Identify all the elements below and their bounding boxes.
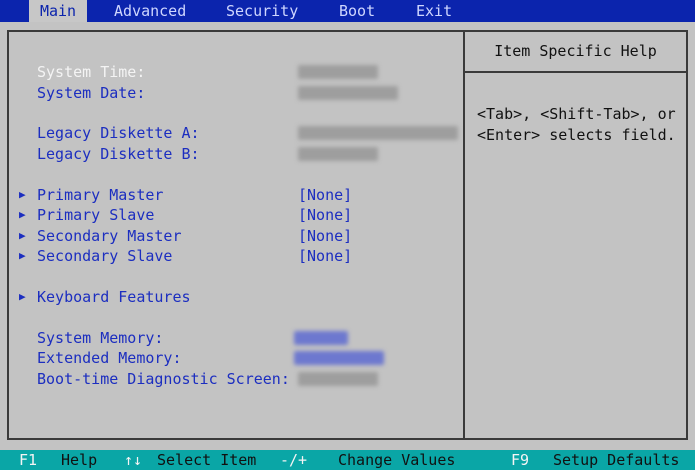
secondary-slave-item[interactable]: Secondary Slave — [37, 247, 172, 265]
legacy-diskette-a-label: Legacy Diskette A: — [37, 124, 200, 142]
change-values-key: -/+ — [280, 451, 308, 469]
extended-memory-label: Extended Memory: — [37, 349, 182, 367]
system-time-value[interactable] — [298, 65, 378, 79]
secondary-slave-arrow-icon: ▶ — [19, 249, 26, 262]
f9-key: F9 — [511, 451, 530, 469]
setup-defaults-label: Setup Defaults — [553, 451, 680, 469]
tab-exit[interactable]: Exit — [416, 0, 452, 22]
primary-slave-value: [None] — [298, 206, 353, 224]
change-values-label: Change Values — [338, 451, 456, 469]
system-date-value[interactable] — [298, 86, 398, 100]
keyboard-features-arrow-icon: ▶ — [19, 290, 26, 303]
secondary-master-item[interactable]: Secondary Master — [37, 227, 182, 245]
f1-key: F1 — [19, 451, 38, 469]
legacy-diskette-b-value[interactable] — [298, 147, 378, 161]
menu-bar: Main Advanced Security Boot Exit — [0, 0, 695, 22]
primary-master-value: [None] — [298, 186, 353, 204]
key-help-bar: F1 Help ↑↓ Select Item -/+ Change Values… — [0, 450, 695, 470]
secondary-slave-value: [None] — [298, 247, 353, 265]
tab-main[interactable]: Main — [29, 0, 87, 22]
tab-boot[interactable]: Boot — [339, 0, 375, 22]
primary-master-item[interactable]: Primary Master — [37, 186, 163, 204]
keyboard-features-item[interactable]: Keyboard Features — [37, 288, 191, 306]
primary-slave-item[interactable]: Primary Slave — [37, 206, 154, 224]
tab-security[interactable]: Security — [226, 0, 298, 22]
extended-memory-value — [294, 351, 384, 365]
system-date-label: System Date: — [37, 84, 146, 102]
secondary-master-arrow-icon: ▶ — [19, 229, 26, 242]
help-title: Item Specific Help — [494, 42, 657, 60]
system-memory-value — [294, 331, 348, 345]
help-separator — [465, 71, 686, 73]
help-text: <Tab>, <Shift-Tab>, or <Enter> selects f… — [477, 105, 676, 144]
select-item-label: Select Item — [157, 451, 257, 469]
legacy-diskette-a-value[interactable] — [298, 126, 458, 140]
boot-diagnostic-label: Boot-time Diagnostic Screen: — [37, 370, 290, 388]
primary-slave-arrow-icon: ▶ — [19, 208, 26, 221]
system-time-label: System Time: — [37, 63, 146, 81]
f1-help-label: Help — [61, 451, 98, 469]
primary-master-arrow-icon: ▶ — [19, 188, 26, 201]
panel-divider — [463, 30, 465, 440]
main-panel: Item Specific Help <Tab>, <Shift-Tab>, o… — [0, 22, 695, 450]
secondary-master-value: [None] — [298, 227, 353, 245]
system-memory-label: System Memory: — [37, 329, 164, 347]
legacy-diskette-b-label: Legacy Diskette B: — [37, 145, 200, 163]
boot-diagnostic-value[interactable] — [298, 372, 378, 386]
select-item-key: ↑↓ — [124, 451, 143, 469]
tab-advanced[interactable]: Advanced — [114, 0, 186, 22]
